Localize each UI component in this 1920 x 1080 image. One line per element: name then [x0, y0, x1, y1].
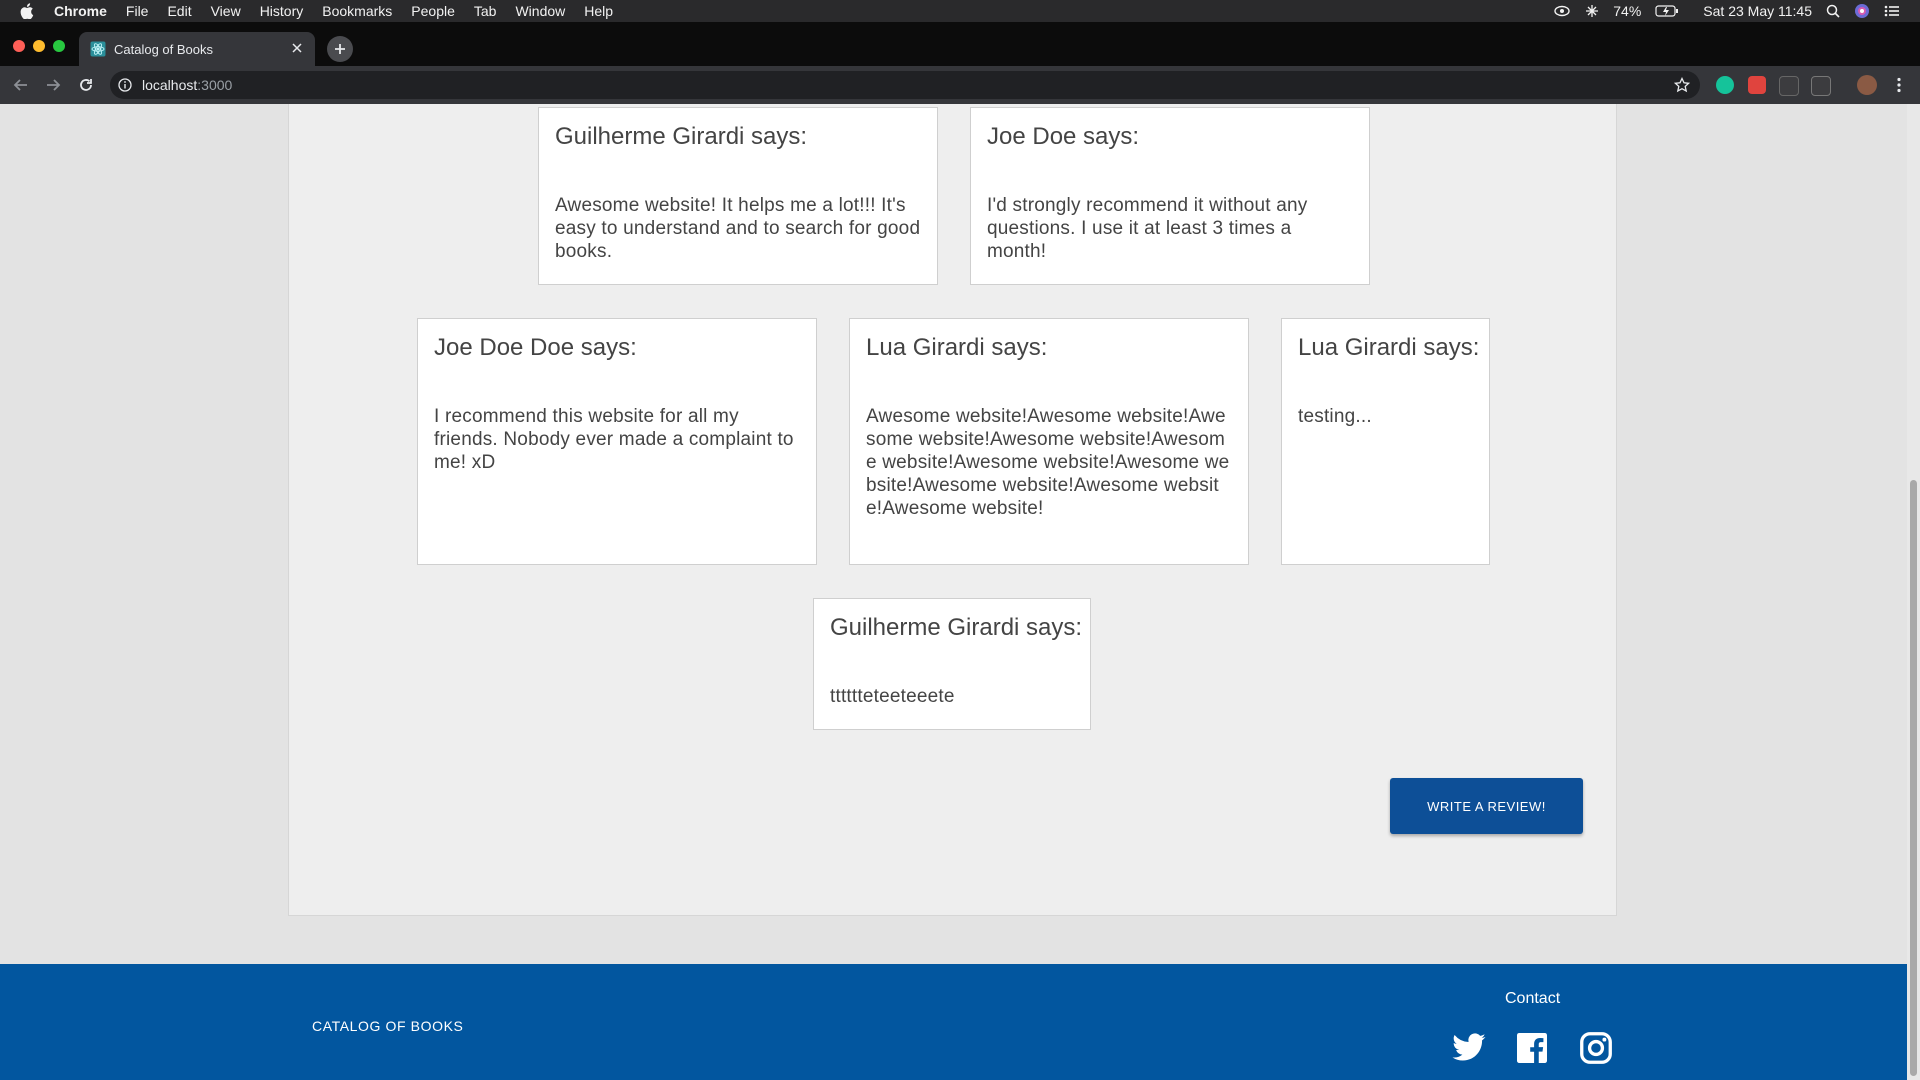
grammarly-extension-icon[interactable]: [1716, 76, 1734, 94]
write-review-button[interactable]: WRITE A REVIEW!: [1390, 778, 1583, 834]
battery-percentage: 74%: [1613, 3, 1642, 19]
profile-avatar[interactable]: [1857, 75, 1877, 95]
review-text: Awesome website!Awesome website!Awesome …: [866, 406, 1230, 519]
battery-icon[interactable]: [1655, 5, 1679, 17]
menu-edit[interactable]: Edit: [167, 3, 191, 19]
react-favicon-icon: [90, 41, 106, 57]
plus-icon: [335, 44, 345, 54]
chrome-menu-icon[interactable]: [1888, 74, 1910, 96]
menu-help[interactable]: Help: [584, 3, 613, 19]
url-port: :3000: [197, 77, 233, 93]
url-text: localhost:3000: [142, 77, 232, 93]
footer-brand-link[interactable]: CATALOG OF BOOKS: [312, 1018, 463, 1034]
review-text: I recommend this website for all my frie…: [434, 406, 794, 473]
site-footer: CATALOG OF BOOKS Contact: [0, 964, 1907, 1080]
review-text: testing...: [1298, 406, 1372, 427]
extension-icon-red[interactable]: [1748, 76, 1766, 94]
bookmark-star-icon[interactable]: [1673, 76, 1691, 93]
review-card: Lua Girardi says: Awesome website!Awesom…: [849, 318, 1249, 565]
menu-bar-clock[interactable]: Sat 23 May 11:45: [1703, 3, 1812, 19]
menu-people[interactable]: People: [411, 3, 455, 19]
review-author: Joe Doe says:: [987, 123, 1140, 150]
review-author: Lua Girardi says:: [866, 334, 1048, 361]
review-card: Joe Doe Doe says: I recommend this websi…: [417, 318, 817, 565]
menu-app-name[interactable]: Chrome: [54, 3, 107, 19]
url-host: localhost: [142, 77, 198, 93]
site-info-icon[interactable]: [118, 77, 134, 93]
address-bar[interactable]: localhost:3000: [110, 71, 1700, 99]
window-close-button[interactable]: [13, 40, 25, 52]
menu-window[interactable]: Window: [515, 3, 565, 19]
extension-icon-c[interactable]: [1811, 76, 1831, 96]
review-text: Awesome website! It helps me a lot!!! It…: [555, 195, 921, 262]
apple-icon[interactable]: [20, 3, 34, 19]
review-text: tttttteteeteeete: [830, 686, 955, 707]
menu-history[interactable]: History: [260, 3, 304, 19]
browser-tab-active[interactable]: Catalog of Books: [79, 32, 315, 66]
network-icon[interactable]: [1585, 4, 1599, 18]
window-zoom-button[interactable]: [53, 40, 65, 52]
forward-arrow-icon[interactable]: [42, 74, 64, 96]
vertical-scrollbar[interactable]: [1907, 104, 1920, 1080]
window-minimize-button[interactable]: [33, 40, 45, 52]
review-card: Guilherme Girardi says: tttttteteeteeete: [813, 598, 1091, 730]
browser-tab-strip: Catalog of Books: [0, 22, 1920, 66]
notification-center-icon[interactable]: [1884, 4, 1900, 18]
review-card: Joe Doe says: I'd strongly recommend it …: [970, 107, 1370, 285]
menu-view[interactable]: View: [211, 3, 241, 19]
menu-tab[interactable]: Tab: [474, 3, 497, 19]
reload-icon[interactable]: [75, 74, 97, 96]
menu-bar-status-area: 74% Sat 23 May 11:45: [1553, 0, 1900, 22]
close-tab-icon[interactable]: [289, 40, 305, 56]
page-viewport: Guilherme Girardi says: Awesome website!…: [0, 104, 1920, 1080]
extension-icon-code[interactable]: [1779, 76, 1799, 96]
footer-contact-link[interactable]: Contact: [1505, 990, 1560, 1008]
spotlight-search-icon[interactable]: [1826, 4, 1840, 18]
macos-menu-bar: Chrome File Edit View History Bookmarks …: [0, 0, 1920, 22]
siri-icon[interactable]: [1854, 3, 1870, 19]
menu-bookmarks[interactable]: Bookmarks: [322, 3, 392, 19]
review-card: Lua Girardi says: testing...: [1281, 318, 1490, 565]
instagram-icon[interactable]: [1578, 1030, 1614, 1066]
review-text: I'd strongly recommend it without any qu…: [987, 195, 1308, 262]
review-card: Guilherme Girardi says: Awesome website!…: [538, 107, 938, 285]
twitter-icon[interactable]: [1451, 1030, 1487, 1066]
review-author: Guilherme Girardi says:: [555, 123, 808, 150]
tab-title: Catalog of Books: [114, 41, 214, 57]
review-author: Guilherme Girardi says:: [830, 614, 1083, 641]
new-tab-button[interactable]: [327, 36, 353, 62]
cloud-sync-icon[interactable]: [1553, 4, 1571, 18]
review-author: Joe Doe Doe says:: [434, 334, 637, 361]
menu-file[interactable]: File: [126, 3, 149, 19]
back-arrow-icon[interactable]: [10, 74, 32, 96]
facebook-icon[interactable]: [1514, 1030, 1550, 1066]
browser-toolbar: localhost:3000: [0, 66, 1920, 104]
review-author: Lua Girardi says:: [1298, 334, 1480, 361]
scrollbar-thumb[interactable]: [1910, 480, 1917, 1076]
